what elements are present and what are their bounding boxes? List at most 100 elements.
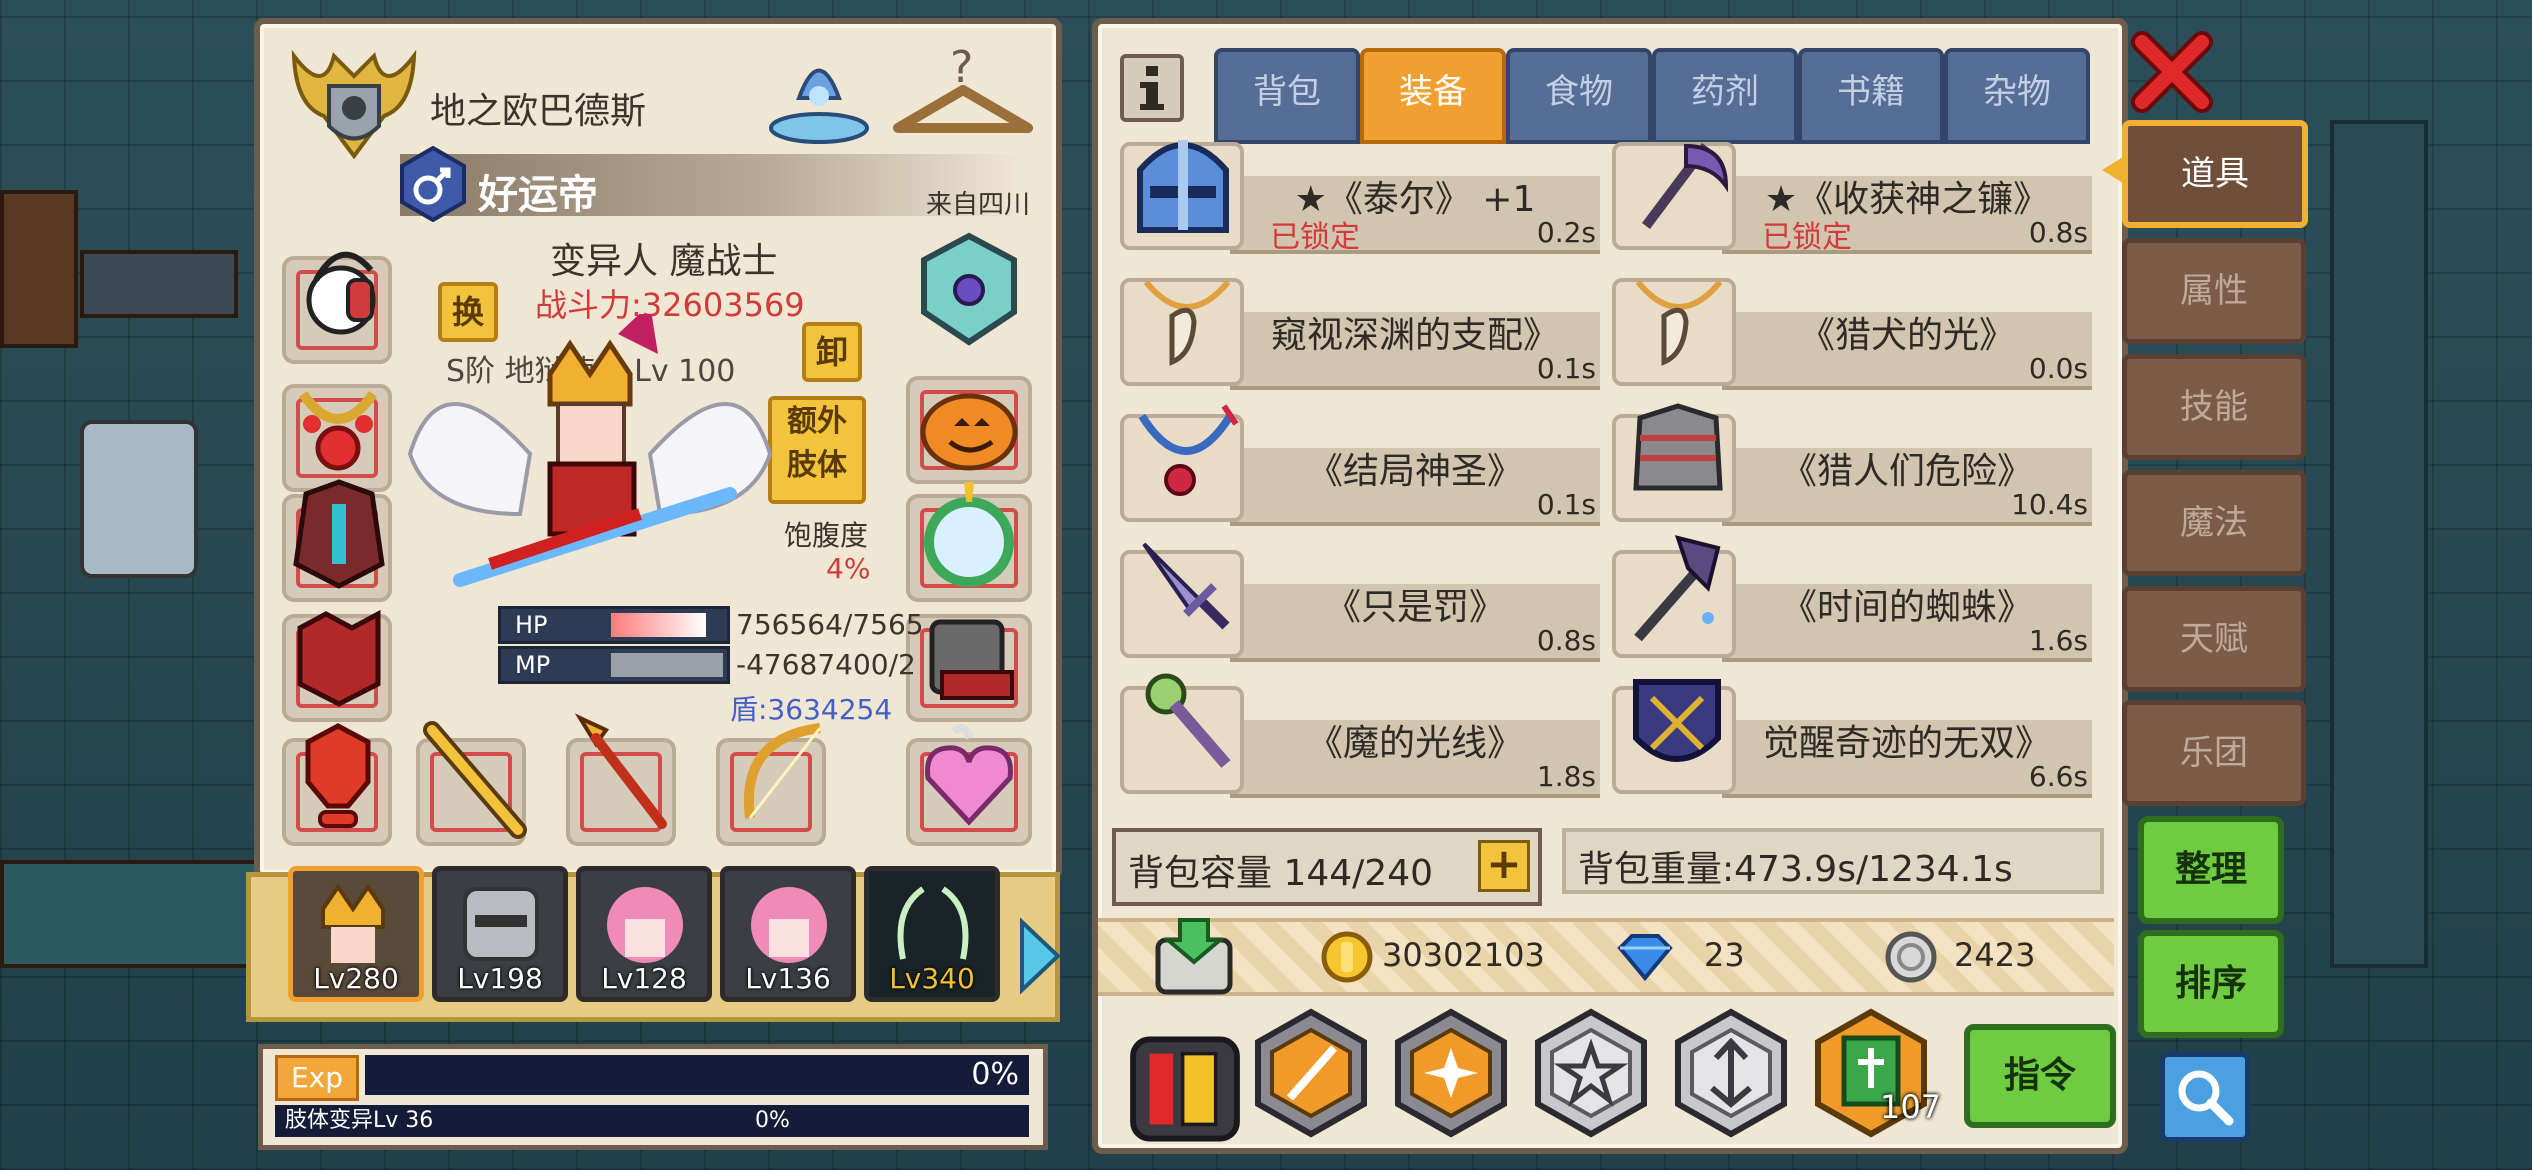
book-count: 107 (1880, 1088, 1942, 1126)
side-tab-band[interactable]: 乐团 (2122, 700, 2306, 806)
hanger-help-icon[interactable]: ? (888, 38, 1038, 148)
party-member-5[interactable]: Lv340 (864, 866, 1000, 1002)
heart-gem-icon (925, 724, 1013, 826)
equip-slot-weapon-1[interactable] (416, 721, 527, 846)
fang-necklace-icon (1143, 280, 1231, 366)
expand-capacity-button[interactable]: + (1478, 840, 1530, 892)
extra-limb-button[interactable]: 额外 肢体 (768, 396, 866, 504)
party-portrait-icon (321, 883, 385, 963)
item-row[interactable]: ★《泰尔》 +1 已锁定 0.2s (1120, 134, 1604, 255)
item-icon-box (1612, 403, 1736, 522)
star-skill-icon[interactable] (1532, 1008, 1650, 1138)
shield-value: 盾:3634254 (730, 693, 893, 726)
crystal-shield-icon[interactable] (914, 230, 1024, 350)
exp-panel: Exp 0% 肢体变异Lv 36 0% (258, 1044, 1048, 1150)
item-name: 《猎人们危险》 (1780, 451, 2033, 492)
item-row[interactable]: 《猎人们危险》 10.4s (1612, 403, 2096, 526)
item-weight: 0.1s (1536, 488, 1596, 521)
equip-slot-head[interactable] (282, 251, 392, 364)
equip-slot-gloves[interactable] (282, 609, 392, 722)
item-row[interactable]: 《结局神圣》 0.1s (1120, 404, 1604, 526)
mutation-label: 肢体变异Lv 36 (285, 1108, 434, 1133)
npc-sprite[interactable] (80, 420, 198, 578)
mechanical-arm-icon (929, 619, 1014, 700)
character-sprite[interactable] (400, 314, 780, 654)
command-button[interactable]: 指令 (1964, 1024, 2116, 1128)
search-button[interactable] (2160, 1052, 2250, 1142)
item-row[interactable]: 《猎犬的光》 0.0s (1612, 270, 2096, 390)
item-weight: 0.1s (1536, 352, 1596, 385)
shuriken-skill-icon[interactable] (1392, 1008, 1510, 1138)
item-row[interactable]: 觉醒奇迹的无双》 6.6s (1612, 678, 2096, 798)
item-name: 《结局神圣》 (1306, 451, 1523, 492)
equip-slot-weapon-3[interactable] (716, 723, 826, 846)
organize-button[interactable]: 整理 (2138, 816, 2284, 924)
staff-icon (1145, 673, 1231, 768)
party-member-3[interactable]: Lv128 (576, 866, 712, 1002)
item-weight: 6.6s (2028, 760, 2088, 793)
close-icon[interactable] (2130, 30, 2214, 114)
pumpkin-icon (920, 393, 1018, 471)
item-row[interactable]: 《魔的光线》 1.8s (1120, 673, 1604, 798)
mp-value: -47687400/2 (736, 648, 916, 681)
party-member-4[interactable]: Lv136 (720, 866, 856, 1002)
item-row[interactable]: ★《收获神之镰》 已锁定 0.8s (1612, 134, 2096, 255)
mp-bar-track (611, 653, 723, 677)
gold-coin-icon (1321, 931, 1373, 983)
item-row[interactable]: 《只是罚》 0.8s (1120, 542, 1604, 662)
party-level: Lv128 (601, 962, 687, 995)
item-weight: 0.8s (2028, 216, 2088, 249)
party-level: Lv136 (745, 962, 831, 995)
equip-slot-accessory-3[interactable] (906, 614, 1032, 722)
equip-slot-accessory-2[interactable] (906, 482, 1032, 602)
party-member-2[interactable]: Lv198 (432, 866, 568, 1002)
equip-slot-weapon-2[interactable] (566, 713, 676, 846)
item-icon-box (1612, 142, 1736, 250)
item-weight: 0.2s (1536, 216, 1596, 249)
sort-button[interactable]: 排序 (2138, 930, 2284, 1038)
sword-skill-icon[interactable] (1252, 1008, 1370, 1138)
character-nickname: 好运帝 (478, 172, 598, 218)
side-tab-skills[interactable]: 技能 (2122, 354, 2306, 460)
side-tab-attributes[interactable]: 属性 (2122, 238, 2306, 344)
magnifier-icon (2178, 1070, 2234, 1126)
equip-slot-feet[interactable] (282, 723, 392, 846)
quickslot-order-icon[interactable] (1126, 1024, 1244, 1154)
side-tab-talent[interactable]: 天赋 (2122, 586, 2306, 692)
item-weight: 1.8s (1536, 760, 1596, 793)
party-member-1[interactable]: Lv280 (288, 866, 424, 1002)
golden-staff-icon (423, 721, 527, 839)
axe-icon (1634, 535, 1721, 642)
side-tab-items[interactable]: 道具 (2122, 120, 2308, 228)
item-row[interactable]: 《时间的蜘蛛》 1.6s (1612, 535, 2096, 662)
item-icon-box (1612, 679, 1736, 794)
item-icon-box (1120, 542, 1244, 658)
item-icon-box (1120, 278, 1244, 386)
party-level: Lv198 (457, 962, 543, 995)
party-portrait-icon (607, 887, 683, 963)
world-furniture (80, 250, 238, 318)
equip-slot-accessory-1[interactable] (906, 376, 1032, 484)
storage-box-icon[interactable] (1150, 916, 1238, 998)
equip-slot-body[interactable] (282, 479, 392, 602)
world-furniture (0, 190, 78, 348)
red-gauntlet-icon (297, 609, 381, 707)
side-tab-magic[interactable]: 魔法 (2122, 470, 2306, 576)
item-name: 《时间的蜘蛛》 (1780, 587, 2033, 628)
party-portrait-icon (751, 887, 827, 963)
crystal-orb-icon[interactable] (764, 38, 874, 148)
arrow-skill-icon[interactable] (1672, 1008, 1790, 1138)
party-next-arrow-icon[interactable] (1016, 916, 1064, 996)
item-weight: 1.6s (2028, 624, 2088, 657)
male-gender-icon (400, 146, 466, 222)
item-name: 觉醒奇迹的无双》 (1762, 723, 2051, 764)
item-list: ★《泰尔》 +1 已锁定 0.2s ★《收获神之镰》 已锁定 0.8s 窥视深渊… (1098, 24, 2098, 804)
flame-spear-icon (574, 713, 667, 829)
item-weight: 10.4s (2011, 488, 2088, 521)
silver-amount: 2423 (1954, 936, 2036, 974)
backpack-capacity: 背包容量 144/240 + (1112, 828, 1542, 906)
unequip-button[interactable]: 卸 (802, 322, 862, 382)
fang-necklace-icon (1635, 280, 1723, 366)
equip-slot-accessory-4[interactable] (906, 724, 1032, 846)
item-row[interactable]: 窥视深渊的支配》 0.1s (1120, 270, 1604, 390)
